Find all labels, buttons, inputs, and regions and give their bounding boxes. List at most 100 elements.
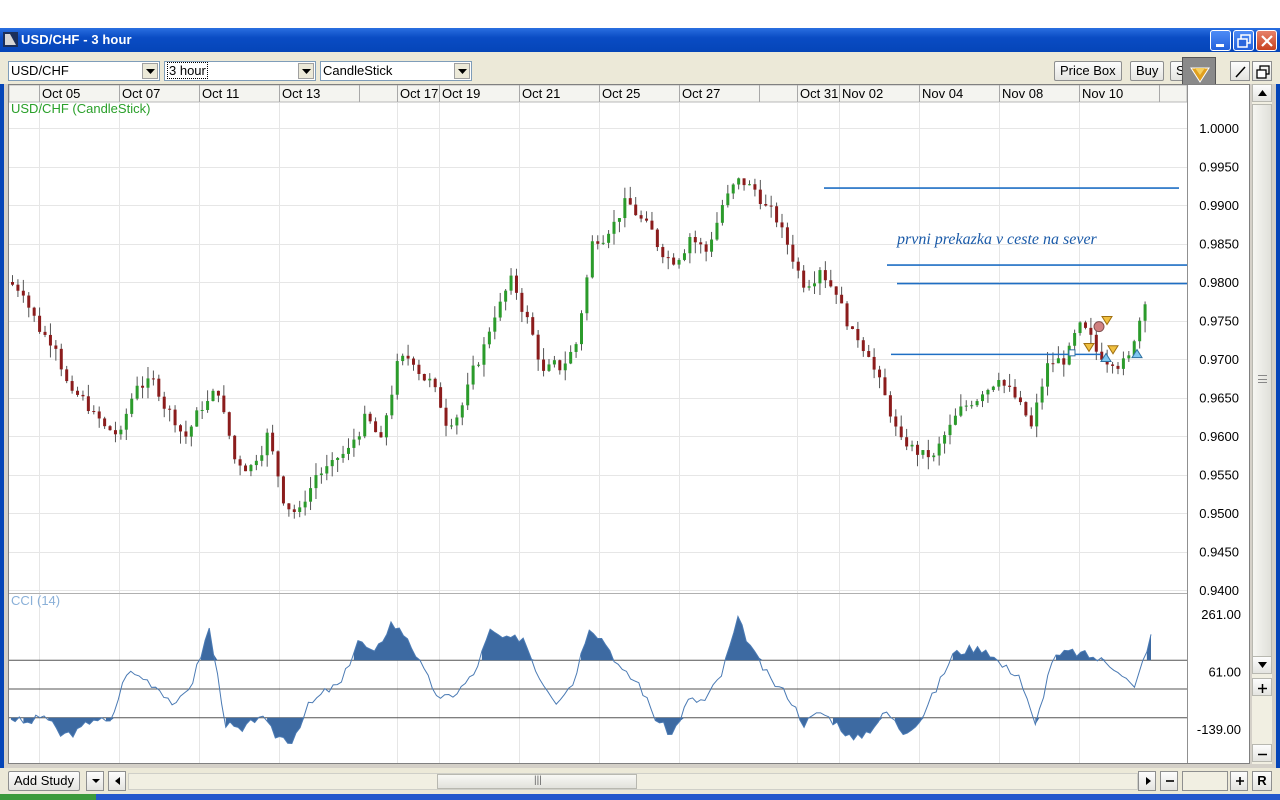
date-axis: Oct 05 Oct 07 Oct 11 Oct 13 Oct 17 Oct 19 Oct … xyxy=(9,85,1188,103)
candle-body xyxy=(21,290,25,296)
candle-body xyxy=(92,411,96,413)
candle-body xyxy=(959,406,963,416)
close-button[interactable] xyxy=(1256,30,1277,51)
candle-body xyxy=(547,364,551,371)
add-study-dropdown[interactable] xyxy=(86,771,104,791)
interval-dropdown-arrow[interactable] xyxy=(298,63,314,79)
candle-body xyxy=(216,390,220,396)
chart-area[interactable]: Oct 05 Oct 07 Oct 11 Oct 13 Oct 17 Oct 19 Oct … xyxy=(8,84,1250,764)
scroll-left-button[interactable] xyxy=(108,771,126,791)
candle-body xyxy=(260,455,264,461)
candle-body xyxy=(650,220,654,230)
date-label: Oct 05 xyxy=(42,86,80,101)
candle-body xyxy=(336,457,340,461)
horizontal-scrollbar[interactable]: ||| xyxy=(128,773,1138,790)
vertical-scrollbar[interactable] xyxy=(1252,84,1272,764)
zoom-out-vertical-button[interactable] xyxy=(1252,744,1272,762)
candle-body xyxy=(108,426,112,431)
candle-body xyxy=(769,205,773,207)
candle-body xyxy=(54,345,58,349)
candle-body xyxy=(173,409,177,426)
chart-type-dropdown-arrow[interactable] xyxy=(454,63,470,79)
zoom-out-button[interactable] xyxy=(1160,771,1178,791)
chevron-down-icon xyxy=(458,69,467,74)
price-label: 0.9800 xyxy=(1199,275,1239,290)
candle-body xyxy=(661,247,665,258)
add-study-button[interactable]: Add Study xyxy=(8,771,80,791)
candle-body xyxy=(531,317,535,335)
candle-body xyxy=(953,415,957,425)
candle-body xyxy=(520,292,524,312)
candle-body xyxy=(86,396,90,412)
candle-body xyxy=(184,431,188,437)
close-icon xyxy=(1261,35,1273,47)
candle-body xyxy=(1094,334,1098,352)
scroll-right-button[interactable] xyxy=(1138,771,1156,791)
candle-body xyxy=(991,386,995,390)
candle-body xyxy=(997,380,1001,387)
date-label: Nov 04 xyxy=(922,86,963,101)
candle-body xyxy=(1143,304,1147,321)
cci-line xyxy=(10,615,1152,745)
chart-type-value: CandleStick xyxy=(323,63,393,78)
candle-body xyxy=(905,437,909,447)
minimize-button[interactable] xyxy=(1210,30,1231,51)
candle-body xyxy=(558,360,562,371)
scroll-down-button[interactable] xyxy=(1252,656,1272,674)
symbol-select[interactable]: USD/CHF xyxy=(8,61,160,81)
candle-body xyxy=(206,401,210,410)
chart-toolbar: USD/CHF 3 hour CandleStick Price Box Buy… xyxy=(0,52,1280,89)
candle-body xyxy=(1089,327,1093,335)
candle-body xyxy=(1078,322,1082,334)
candle-body xyxy=(720,205,724,223)
candle-body xyxy=(693,237,697,243)
maximize-button[interactable] xyxy=(1233,30,1254,51)
price-label: 0.9400 xyxy=(1199,583,1239,598)
candle-body xyxy=(883,377,887,396)
chart-annotation[interactable]: prvni prekazka v ceste na sever xyxy=(896,231,1098,248)
candle-body xyxy=(124,413,128,430)
candle-body xyxy=(742,178,746,186)
candle-body xyxy=(666,257,670,259)
candle-body xyxy=(737,178,741,185)
price-box-button[interactable]: Price Box xyxy=(1054,61,1122,81)
chart-canvas[interactable]: Oct 05 Oct 07 Oct 11 Oct 13 Oct 17 Oct 19 Oct … xyxy=(9,85,1249,763)
cci-label: CCI (14) xyxy=(11,593,60,608)
os-taskbar xyxy=(0,794,1280,800)
interval-select[interactable]: 3 hour xyxy=(164,61,316,81)
zoom-in-button[interactable] xyxy=(1230,771,1248,791)
zoom-in-vertical-button[interactable] xyxy=(1252,678,1272,696)
candle-body xyxy=(265,432,269,456)
symbol-dropdown-arrow[interactable] xyxy=(142,63,158,79)
minus-icon xyxy=(1258,753,1267,756)
reset-zoom-button[interactable]: R xyxy=(1252,771,1272,791)
plus-icon xyxy=(1258,684,1267,693)
candle-body xyxy=(910,444,914,447)
candle-body xyxy=(70,381,74,391)
window-titlebar[interactable]: USD/CHF - 3 hour xyxy=(0,28,1280,52)
candle-body xyxy=(195,410,199,427)
candle-body xyxy=(141,385,145,388)
draw-line-button[interactable] xyxy=(1230,61,1250,81)
chart-type-select[interactable]: CandleStick xyxy=(320,61,472,81)
horizontal-scroll-thumb[interactable]: ||| xyxy=(437,774,637,789)
detach-chart-button[interactable] xyxy=(1252,61,1272,81)
candle-body xyxy=(1111,364,1115,366)
start-button[interactable] xyxy=(0,794,96,800)
candle-body xyxy=(845,303,849,327)
sell-marker-icon xyxy=(1107,345,1119,355)
candle-body xyxy=(162,396,166,409)
sell-marker-icon xyxy=(1101,316,1113,326)
candle-body xyxy=(818,270,822,284)
vertical-scroll-thumb[interactable] xyxy=(1252,104,1272,664)
candle-body xyxy=(612,221,616,234)
candle-body xyxy=(932,455,936,458)
zoom-slider[interactable] xyxy=(1182,771,1228,791)
candle-body xyxy=(894,416,898,427)
scroll-up-button[interactable] xyxy=(1252,84,1272,102)
candle-body xyxy=(964,405,968,407)
candle-body xyxy=(563,363,567,371)
candle-body xyxy=(97,411,101,419)
buy-button[interactable]: Buy xyxy=(1130,61,1165,81)
candle-body xyxy=(11,282,14,285)
